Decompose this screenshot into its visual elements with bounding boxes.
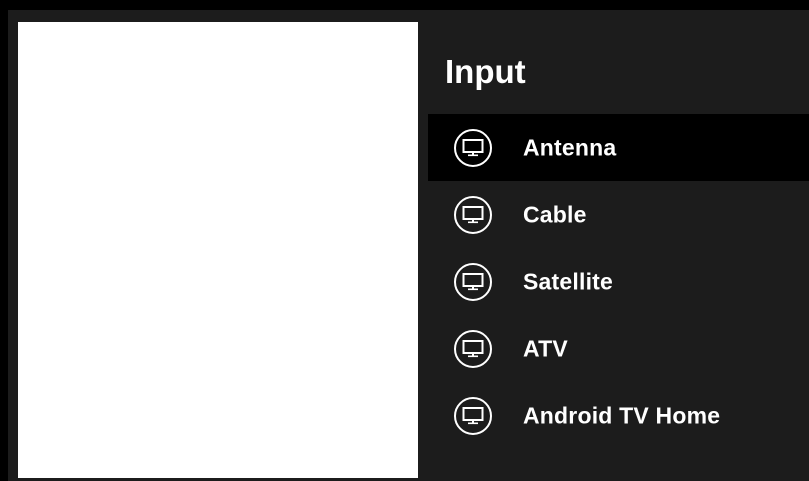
tv-icon <box>454 329 492 368</box>
menu-item-satellite[interactable]: Satellite <box>428 248 809 315</box>
menu-item-label: Android TV Home <box>523 402 721 428</box>
menu-item-antenna[interactable]: Antenna <box>428 114 809 181</box>
menu-item-label: Antenna <box>523 134 617 160</box>
tv-screen: Input Antenna Cable Satellite ATV Androi… <box>0 0 809 481</box>
tv-icon <box>454 195 492 234</box>
tv-icon <box>454 396 492 435</box>
video-preview <box>18 22 418 478</box>
menu-item-label: ATV <box>523 335 568 361</box>
menu-item-atv[interactable]: ATV <box>428 315 809 382</box>
menu-item-android-tv-home[interactable]: Android TV Home <box>428 382 809 449</box>
menu-item-label: Cable <box>523 201 587 227</box>
tv-icon <box>454 262 492 301</box>
screen-bezel-top <box>0 0 809 10</box>
menu-item-cable[interactable]: Cable <box>428 181 809 248</box>
tv-icon <box>454 128 492 167</box>
panel-title: Input <box>445 53 526 90</box>
menu-item-label: Satellite <box>523 268 614 294</box>
screen-bezel-left <box>0 0 8 481</box>
input-panel: Input Antenna Cable Satellite ATV Androi… <box>428 10 809 481</box>
input-menu: Antenna Cable Satellite ATV Android TV H… <box>428 114 809 449</box>
